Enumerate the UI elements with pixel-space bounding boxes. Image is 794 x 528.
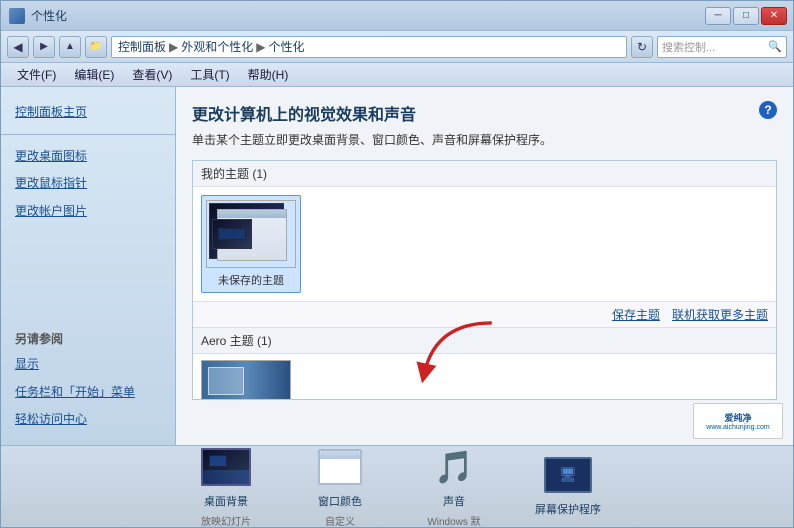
tool-label-desktop-bg: 桌面背景 [204,493,248,509]
forward-button[interactable]: ▶ [33,36,55,58]
breadcrumb-sep2: ▶ [256,40,265,54]
tool-sublabel-desktop-bg: 放映幻灯片 [201,513,251,528]
menu-bar: 文件(F) 编辑(E) 查看(V) 工具(T) 帮助(H) [1,63,793,87]
aero-thumb [201,360,291,400]
tool-item-screen-saver[interactable]: 🖥 屏幕保护程序 [523,453,613,521]
back-button[interactable]: ◀ [7,36,29,58]
menu-file[interactable]: 文件(F) [9,64,64,85]
search-icon: 🔍 [768,40,782,53]
minimize-button[interactable]: ─ [705,7,731,25]
theme-item-label-unsaved: 未保存的主题 [218,272,284,288]
thumb-mini [212,219,252,249]
tool-item-window-color[interactable]: 窗口颜色 自定义 [295,445,385,528]
menu-tools[interactable]: 工具(T) [182,64,237,85]
breadcrumb[interactable]: 控制面板 ▶ 外观和个性化 ▶ 个性化 [111,36,627,58]
sidebar-item-taskbar[interactable]: 任务栏和「开始」菜单 [1,379,175,406]
title-bar-left: 个性化 [9,7,67,24]
sidebar: 控制面板主页 更改桌面图标 更改鼠标指针 更改帐户图片 另请参阅 显示 任务栏和… [1,87,176,445]
aero-theme-item[interactable] [201,360,291,400]
theme-panel-footer: 保存主题 联机获取更多主题 [193,301,776,327]
content-area: ? 更改计算机上的视觉效果和声音 单击某个主题立即更改桌面背景、窗口颜色、声音和… [176,87,793,445]
theme-item-unsaved[interactable]: 未保存的主题 [201,195,301,293]
aero-items [193,354,776,400]
save-theme-link[interactable]: 保存主题 [612,306,660,323]
desktop-bg-icon [200,445,252,489]
window-color-icon [314,445,366,489]
window-icon-shape [318,449,362,485]
sidebar-section-title: 另请参阅 [1,316,175,351]
refresh-button[interactable]: ↻ [631,36,653,58]
breadcrumb-part2: 外观和个性化 [181,38,253,55]
sidebar-divider-1 [1,134,175,135]
menu-help[interactable]: 帮助(H) [240,64,297,85]
bottom-toolbar: 桌面背景 放映幻灯片 窗口颜色 自定义 🎵 声音 Windows 默 [1,445,793,527]
sidebar-item-desktop-icons[interactable]: 更改桌面图标 [1,143,175,170]
up-button[interactable]: ▲ [59,36,81,58]
address-bar: ◀ ▶ ▲ 📁 控制面板 ▶ 外观和个性化 ▶ 个性化 ↻ 搜索控制... 🔍 [1,31,793,63]
window-title: 个性化 [31,7,67,24]
sound-icon: 🎵 [428,445,480,489]
content-description: 单击某个主题立即更改桌面背景、窗口颜色、声音和屏幕保护程序。 [192,131,777,148]
get-more-themes-link[interactable]: 联机获取更多主题 [672,306,768,323]
breadcrumb-part3: 个性化 [269,38,305,55]
menu-edit[interactable]: 编辑(E) [66,64,122,85]
screen-shape: 🖥 [544,457,592,493]
tool-item-sound[interactable]: 🎵 声音 Windows 默 [409,445,499,528]
sidebar-item-display[interactable]: 显示 [1,351,175,378]
search-bar[interactable]: 搜索控制... 🔍 [657,36,787,58]
menu-view[interactable]: 查看(V) [124,64,180,85]
title-bar: 个性化 ─ □ ✕ [1,1,793,31]
screen-saver-icon: 🖥 [542,453,594,497]
theme-thumbnail-unsaved [206,200,296,268]
breadcrumb-part1: 控制面板 [118,38,166,55]
maximize-button[interactable]: □ [733,7,759,25]
watermark: 爱纯净 www.aichunjing.com [693,403,783,439]
tool-item-desktop-bg[interactable]: 桌面背景 放映幻灯片 [181,445,271,528]
theme-items: 未保存的主题 [193,187,776,301]
window-icon [9,8,25,24]
tool-label-window-color: 窗口颜色 [318,493,362,509]
tool-label-sound: 声音 [443,493,465,509]
my-themes-label: 我的主题 (1) [193,161,776,187]
search-placeholder: 搜索控制... [662,39,715,55]
main-window: 个性化 ─ □ ✕ ◀ ▶ ▲ 📁 控制面板 ▶ 外观和个性化 ▶ 个性化 ↻ … [0,0,794,528]
window-controls: ─ □ ✕ [705,7,787,25]
sidebar-item-mouse-pointer[interactable]: 更改鼠标指针 [1,170,175,197]
help-icon[interactable]: ? [759,101,777,119]
close-button[interactable]: ✕ [761,7,787,25]
sidebar-item-home[interactable]: 控制面板主页 [1,99,175,126]
tool-sublabel-window-color: 自定义 [325,513,355,528]
page-title: 更改计算机上的视觉效果和声音 [192,101,777,125]
breadcrumb-sep1: ▶ [169,40,178,54]
theme-panel[interactable]: 我的主题 (1) [192,160,777,400]
watermark-logo: 爱纯净 [724,411,751,424]
sidebar-item-ease-of-access[interactable]: 轻松访问中心 [1,406,175,433]
sidebar-item-account-picture[interactable]: 更改帐户图片 [1,198,175,225]
main-area: 控制面板主页 更改桌面图标 更改鼠标指针 更改帐户图片 另请参阅 显示 任务栏和… [1,87,793,445]
window-titlebar-shape [320,451,360,459]
folder-icon: 📁 [85,36,107,58]
aero-themes-label: Aero 主题 (1) [193,327,776,354]
tool-sublabel-sound: Windows 默 [427,513,480,528]
theme-thumb-stack [207,201,296,268]
tool-label-screen-saver: 屏幕保护程序 [535,501,601,517]
watermark-url: www.aichunjing.com [706,424,769,431]
